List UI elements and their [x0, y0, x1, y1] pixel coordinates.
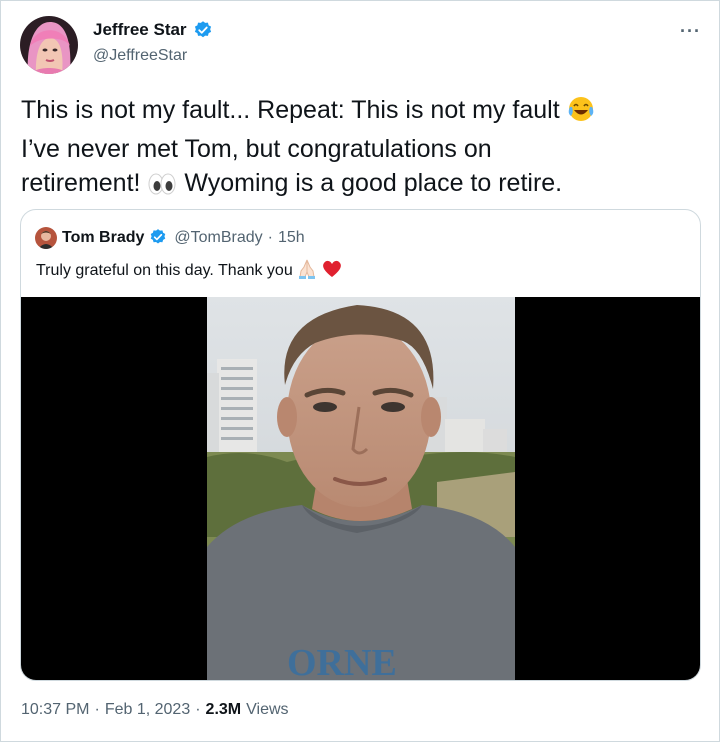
folded-hands-icon	[296, 257, 318, 284]
footer-separator-1: ·	[94, 701, 100, 718]
verified-badge-icon	[193, 20, 213, 40]
author-name-row: Jeffree Star	[93, 20, 213, 40]
eyes-icon	[147, 171, 177, 205]
quoted-author-avatar[interactable]	[35, 227, 57, 249]
red-heart-icon	[321, 258, 343, 283]
quoted-tweet[interactable]: Tom Brady @TomBrady · 15h Truly grateful…	[20, 209, 701, 681]
quoted-author-handle[interactable]: @TomBrady	[174, 229, 262, 247]
quoted-separator: ·	[267, 229, 273, 246]
face-with-tears-of-joy-icon	[567, 95, 595, 132]
quoted-verified-badge-icon	[149, 228, 169, 248]
tweet-line-1: This is not my fault... Repeat: This is …	[21, 93, 701, 132]
tweet-line-2: I’ve never met Tom, but congratulations …	[21, 135, 492, 163]
tweet-line-3: retirement! Wyoming is a good place to r…	[21, 166, 701, 205]
tweet-text: This is not my fault... Repeat: This is …	[21, 93, 701, 205]
shirt-print-text: ORNE	[287, 642, 397, 680]
quoted-timestamp[interactable]: 15h	[278, 229, 305, 247]
author-handle[interactable]: @JeffreeStar	[93, 47, 187, 65]
views-label: Views	[246, 701, 289, 718]
tweet-footer: 10:37 PM · Feb 1, 2023 · 2.3M Views	[21, 701, 289, 719]
author-avatar[interactable]	[20, 16, 78, 74]
tweet-date[interactable]: Feb 1, 2023	[105, 701, 190, 719]
tweet-line-3-continuation: Wyoming is a good place to retire.	[184, 169, 563, 197]
tweet-line-1-text: This is not my fault... Repeat: This is …	[21, 96, 560, 124]
quoted-tweet-header: Tom Brady @TomBrady · 15h	[35, 227, 305, 249]
more-options-icon[interactable]: ···	[680, 21, 701, 42]
quoted-video-media[interactable]: ORNE	[21, 297, 700, 680]
footer-separator-2: ·	[195, 701, 201, 718]
quoted-tweet-text-body: Truly grateful on this day. Thank you	[36, 261, 293, 279]
quoted-tweet-text: Truly grateful on this day. Thank you	[36, 257, 343, 284]
tweet-line-3-text: retirement!	[21, 169, 141, 197]
tweet-time[interactable]: 10:37 PM	[21, 701, 89, 719]
author-name[interactable]: Jeffree Star	[93, 20, 187, 40]
tweet-card: Jeffree Star @JeffreeStar ··· This is no…	[0, 0, 720, 742]
views-count: 2.3M	[205, 701, 242, 718]
video-still[interactable]: ORNE	[207, 297, 515, 680]
quoted-author-name[interactable]: Tom Brady	[62, 229, 144, 247]
